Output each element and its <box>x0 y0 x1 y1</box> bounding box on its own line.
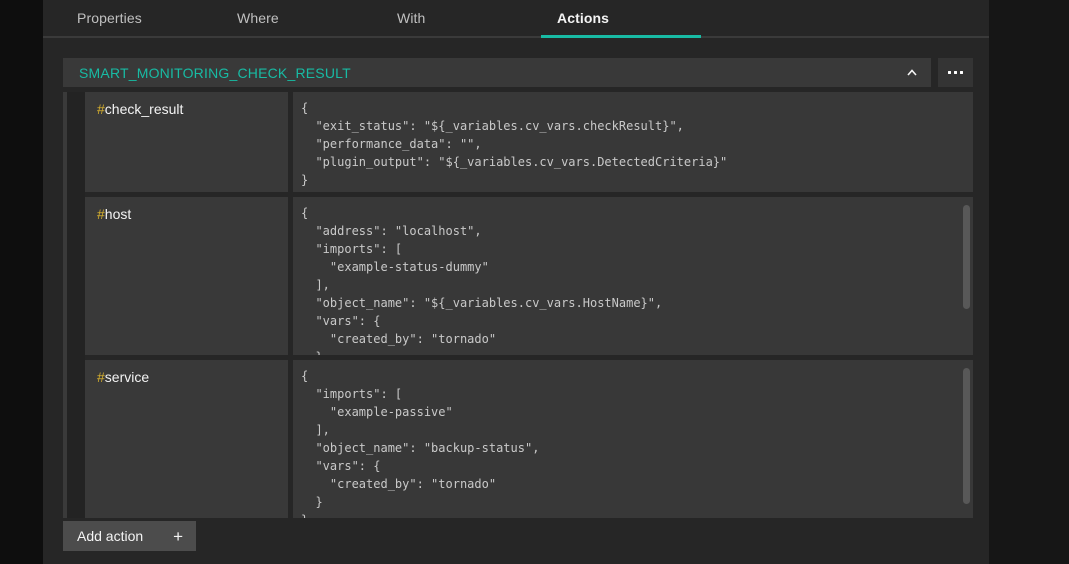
overflow-menu-icon <box>960 71 963 74</box>
action-code-service[interactable]: { "imports": [ "example-passive" ], "obj… <box>293 360 973 518</box>
action-row-service: #service { "imports": [ "example-passive… <box>85 360 973 518</box>
json-editor-host[interactable]: { "address": "localhost", "imports": [ "… <box>293 197 973 355</box>
scrollbar-thumb[interactable] <box>963 368 970 504</box>
overflow-menu-icon <box>954 71 957 74</box>
action-panel-header[interactable]: SMART_MONITORING_CHECK_RESULT <box>63 58 931 87</box>
action-key-check-result: #check_result <box>85 92 288 192</box>
tab-with[interactable]: With <box>381 0 541 36</box>
overflow-menu-button[interactable] <box>938 58 973 87</box>
tab-bar: Properties Where With Actions <box>43 0 989 38</box>
action-row-check-result: #check_result { "exit_status": "${_varia… <box>85 92 973 192</box>
left-margin-strip <box>0 0 43 564</box>
hash-prefix: # <box>97 206 105 222</box>
panel-indent-rail <box>63 92 85 518</box>
tab-properties[interactable]: Properties <box>61 0 221 36</box>
action-key-service: #service <box>85 360 288 518</box>
action-panel-title: SMART_MONITORING_CHECK_RESULT <box>79 65 905 81</box>
action-code-check-result[interactable]: { "exit_status": "${_variables.cv_vars.c… <box>293 92 973 192</box>
action-panel-body: #check_result { "exit_status": "${_varia… <box>63 92 973 518</box>
chevron-up-icon[interactable] <box>905 66 919 80</box>
action-row-host: #host { "address": "localhost", "imports… <box>85 197 973 355</box>
tab-where[interactable]: Where <box>221 0 381 36</box>
action-code-host[interactable]: { "address": "localhost", "imports": [ "… <box>293 197 973 355</box>
action-key-label: check_result <box>105 101 184 117</box>
json-editor-service[interactable]: { "imports": [ "example-passive" ], "obj… <box>293 360 973 518</box>
action-key-label: service <box>105 369 149 385</box>
overflow-menu-icon <box>948 71 951 74</box>
add-action-label: Add action <box>77 528 143 544</box>
hash-prefix: # <box>97 101 105 117</box>
action-key-label: host <box>105 206 131 222</box>
rule-editor-content: Properties Where With Actions SMART_MONI… <box>43 0 989 564</box>
add-action-button[interactable]: Add action + <box>63 521 196 551</box>
json-editor-check-result[interactable]: { "exit_status": "${_variables.cv_vars.c… <box>293 92 973 189</box>
scrollbar-thumb[interactable] <box>963 205 970 309</box>
plus-icon: + <box>173 528 183 545</box>
tab-actions[interactable]: Actions <box>541 0 701 36</box>
hash-prefix: # <box>97 369 105 385</box>
action-key-host: #host <box>85 197 288 355</box>
